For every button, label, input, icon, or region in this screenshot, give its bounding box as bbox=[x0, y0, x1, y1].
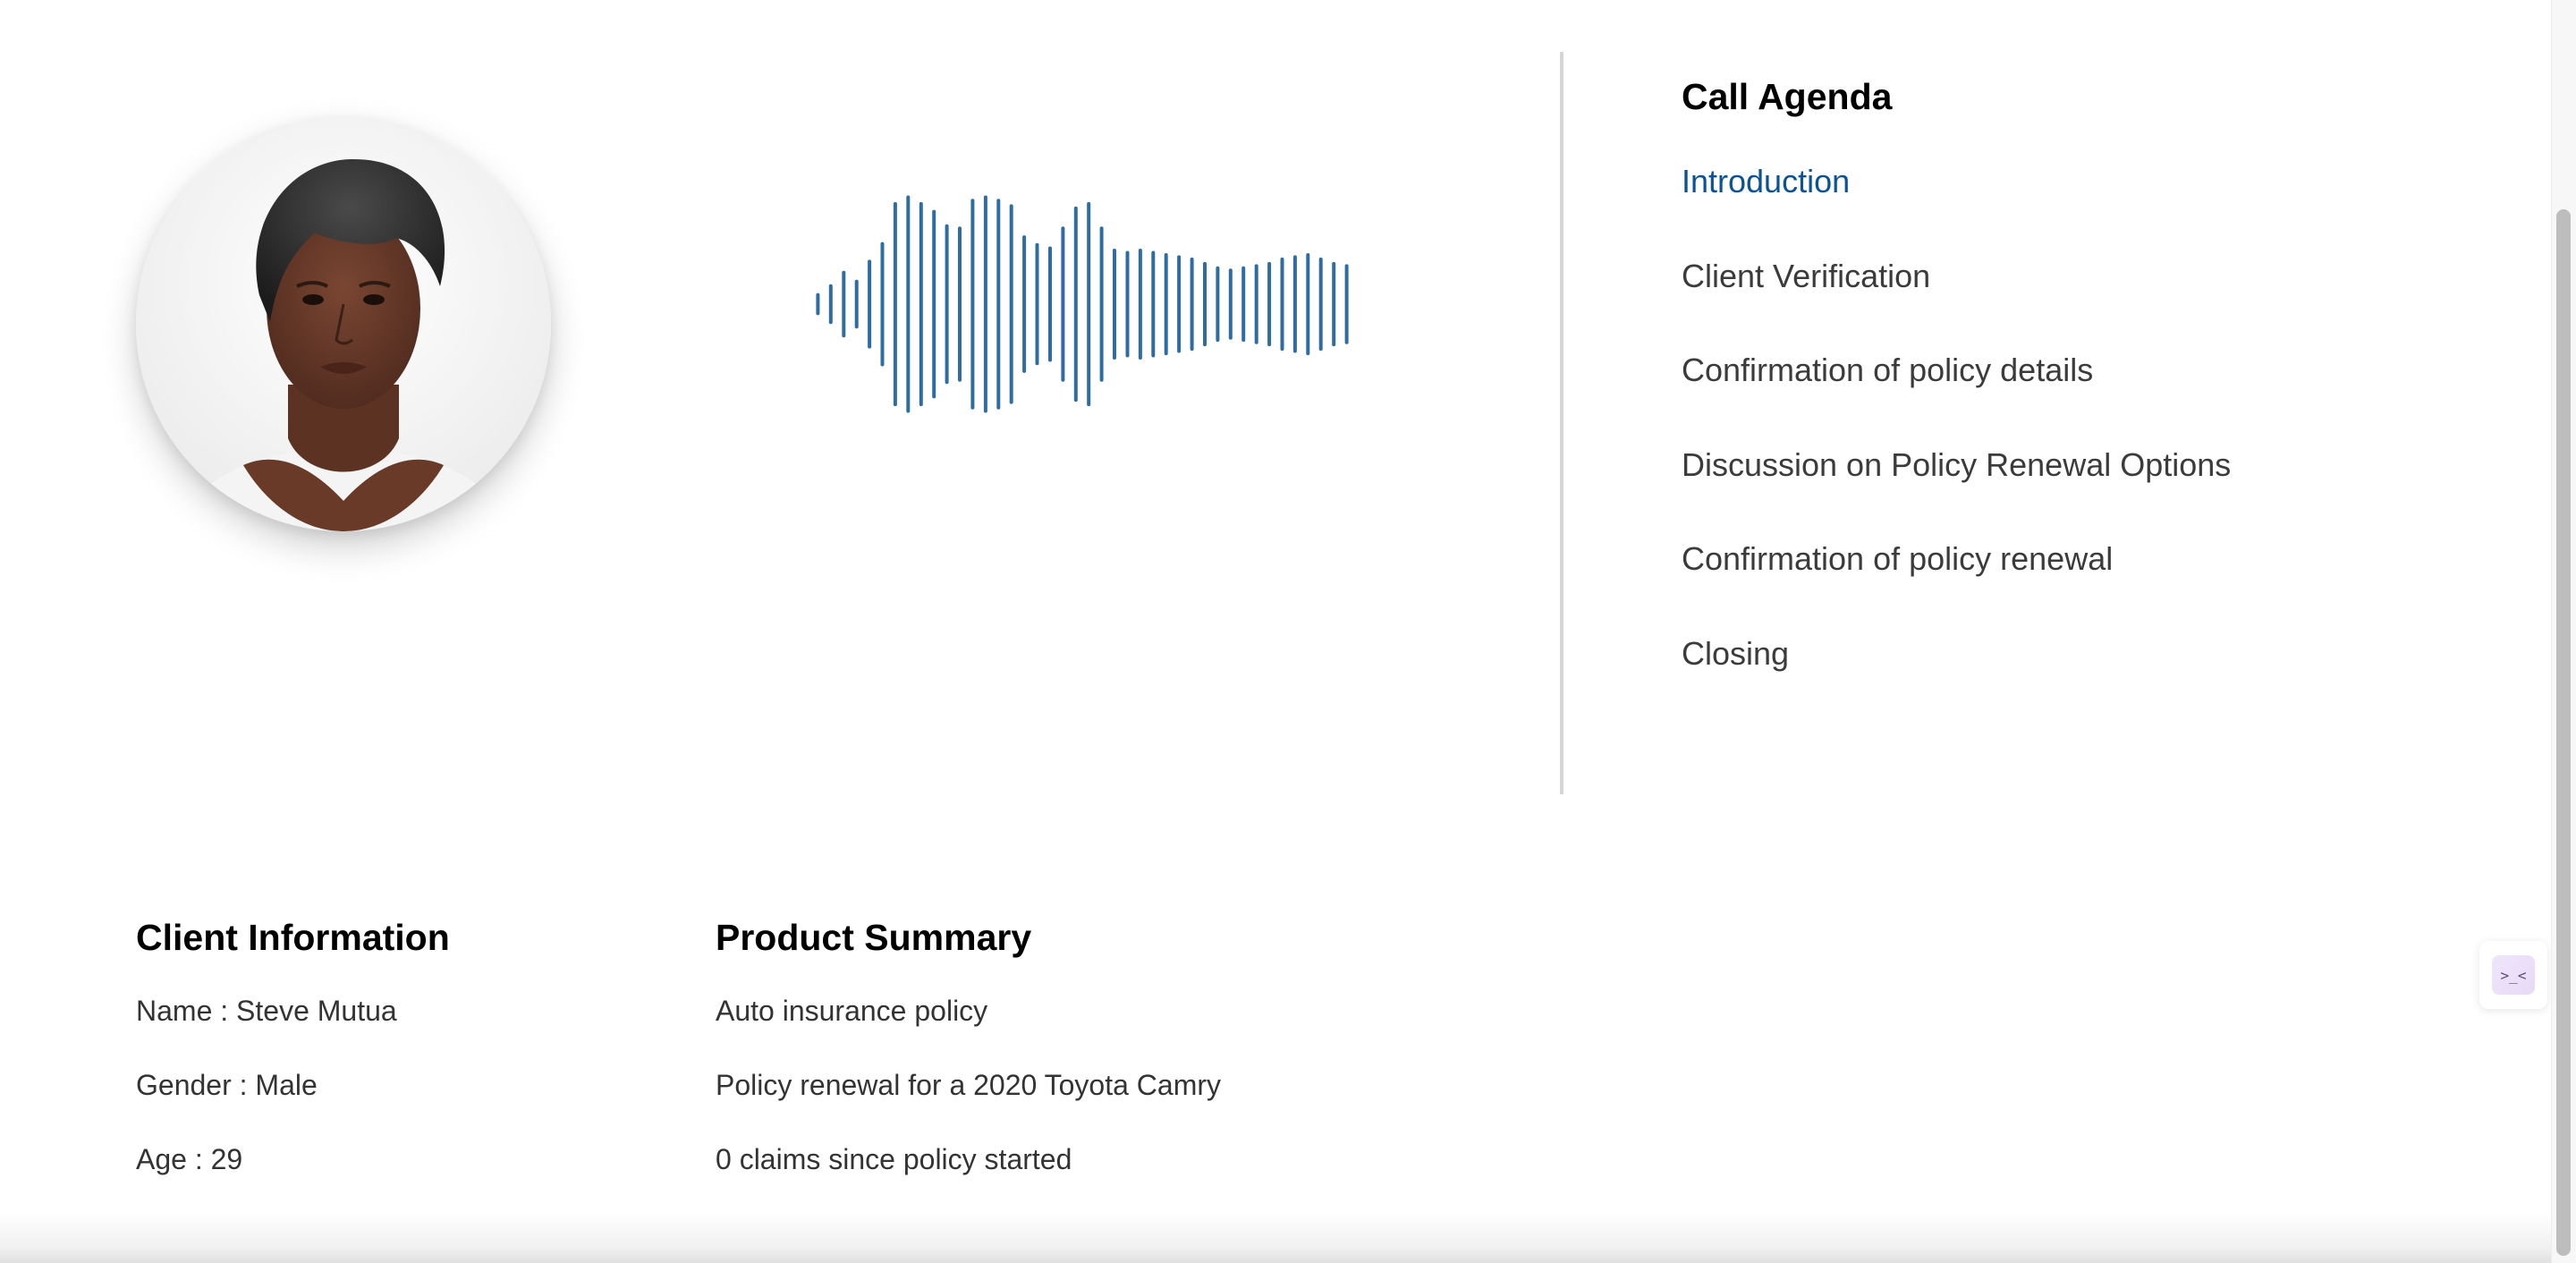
waveform-bar bbox=[1306, 253, 1310, 356]
waveform-bar bbox=[1061, 226, 1065, 382]
agenda-item-renewal-options[interactable]: Discussion on Policy Renewal Options bbox=[1682, 443, 2487, 538]
waveform-bar bbox=[1344, 264, 1349, 344]
waveform-bar bbox=[1087, 201, 1091, 407]
client-information-title: Client Information bbox=[136, 917, 450, 958]
waveform-bar bbox=[958, 226, 962, 382]
waveform-bar bbox=[1125, 250, 1130, 358]
waveform-bar bbox=[1035, 242, 1039, 366]
waveform-bar bbox=[906, 195, 911, 413]
waveform-bar bbox=[1048, 246, 1052, 362]
chat-assistant-icon: >_< bbox=[2492, 955, 2535, 995]
waveform-bar bbox=[1073, 206, 1078, 403]
call-screen: Call Agenda Introduction Client Verifica… bbox=[0, 0, 2576, 1263]
client-name: Name : Steve Mutua bbox=[136, 995, 397, 1027]
client-gender: Gender : Male bbox=[136, 1069, 318, 1101]
waveform-bar bbox=[1318, 257, 1323, 352]
waveform-bar bbox=[854, 279, 859, 329]
waveform-bar bbox=[996, 199, 1001, 410]
waveform-bar bbox=[970, 199, 975, 410]
agenda-list: Introduction Client Verification Confirm… bbox=[1682, 159, 2487, 725]
waveform-bar bbox=[1151, 250, 1156, 358]
waveform-bar bbox=[1241, 266, 1246, 343]
waveform-bar bbox=[1009, 204, 1013, 404]
agenda-title: Call Agenda bbox=[1682, 76, 1893, 117]
waveform-bar bbox=[1332, 261, 1336, 347]
waveform-bar bbox=[1113, 249, 1116, 360]
waveform-bar bbox=[932, 209, 936, 399]
waveform-bar bbox=[983, 195, 987, 413]
waveform-bar bbox=[868, 259, 872, 349]
waveform-bar bbox=[842, 270, 846, 338]
waveform-bar bbox=[828, 284, 833, 325]
product-renewal: Policy renewal for a 2020 Toyota Camry bbox=[716, 1069, 1222, 1101]
agenda-item-introduction[interactable]: Introduction bbox=[1682, 159, 2487, 254]
chat-assistant-button[interactable]: >_< bbox=[2479, 941, 2547, 1009]
agenda-item-client-verification[interactable]: Client Verification bbox=[1682, 254, 2487, 349]
client-avatar bbox=[136, 116, 551, 531]
waveform-bar bbox=[893, 201, 897, 407]
product-claims: 0 claims since policy started bbox=[716, 1143, 1072, 1175]
waveform-bar bbox=[1138, 249, 1142, 360]
waveform-bar bbox=[816, 292, 820, 316]
waveform-bar bbox=[1280, 257, 1284, 352]
waveform-bar bbox=[1292, 255, 1297, 353]
waveform-bar bbox=[1164, 253, 1168, 356]
waveform-bar bbox=[945, 224, 949, 385]
agenda-item-closing[interactable]: Closing bbox=[1682, 632, 2487, 726]
waveform-bar bbox=[880, 242, 885, 367]
client-information: Client Information Name : Steve Mutua Ge… bbox=[136, 912, 637, 1214]
waveform-bar bbox=[1267, 261, 1272, 347]
waveform-bar bbox=[1099, 226, 1104, 382]
client-age: Age : 29 bbox=[136, 1143, 243, 1175]
agenda-item-policy-details[interactable]: Confirmation of policy details bbox=[1682, 348, 2487, 443]
waveform-bar bbox=[1228, 268, 1233, 340]
audio-waveform bbox=[816, 195, 1349, 413]
waveform-bar bbox=[919, 201, 923, 407]
vertical-divider bbox=[1560, 52, 1563, 794]
waveform-bar bbox=[1190, 257, 1194, 352]
waveform-bar bbox=[1216, 266, 1220, 343]
bottom-edge-shadow bbox=[0, 1213, 2551, 1263]
product-summary-title: Product Summary bbox=[716, 917, 1032, 958]
waveform-bar bbox=[1203, 261, 1207, 347]
person-portrait-icon bbox=[136, 116, 551, 531]
waveform-bar bbox=[1022, 235, 1027, 373]
agenda-item-policy-renewal[interactable]: Confirmation of policy renewal bbox=[1682, 537, 2487, 632]
waveform-bar bbox=[1177, 255, 1182, 353]
product-summary: Product Summary Auto insurance policy Po… bbox=[716, 912, 1521, 1214]
scrollbar-thumb[interactable] bbox=[2556, 209, 2571, 1256]
call-agenda: Call Agenda Introduction Client Verifica… bbox=[1682, 72, 2487, 725]
product-type: Auto insurance policy bbox=[716, 995, 988, 1027]
waveform-bar bbox=[1254, 264, 1258, 344]
